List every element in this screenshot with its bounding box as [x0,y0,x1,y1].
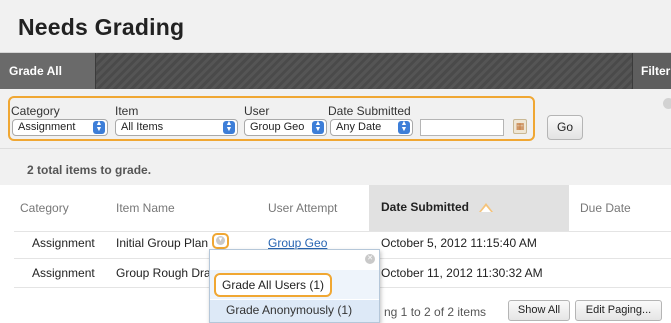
grade-all-button[interactable]: Grade All [0,53,96,89]
column-header-date-submitted[interactable]: Date Submitted [381,200,469,214]
category-label: Category [11,104,60,118]
item-menu-button[interactable]: ▼ [212,233,229,249]
category-select[interactable]: Assignment ▲ ▼ [12,119,108,136]
select-arrows-icon: ▲ ▼ [398,120,410,134]
date-submitted-label: Date Submitted [328,104,411,118]
select-arrows-icon: ▲ ▼ [93,120,105,134]
date-select[interactable]: Any Date ▲ ▼ [330,119,413,136]
summary-bar: 2 total items to grade. [0,149,671,185]
item-select-value: All Items [121,121,164,133]
column-header-user-attempt[interactable]: User Attempt [268,198,337,234]
summary-text: 2 total items to grade. [27,163,152,177]
menu-item-grade-all-users[interactable]: Grade All Users (1) [214,273,332,297]
filter-button[interactable]: Filter [632,53,671,89]
close-icon[interactable] [663,98,671,109]
item-label: Item [115,104,139,118]
user-select[interactable]: Group Geo ▲ ▼ [244,119,327,136]
row1-item-name: Initial Group Plan [116,236,209,250]
calendar-icon[interactable]: ▦ [513,119,527,134]
menu-item-grade-anonymously[interactable]: Grade Anonymously (1) [210,300,379,322]
chevron-down-icon: ▼ [216,236,225,245]
date-select-value: Any Date [336,121,382,133]
user-select-value: Group Geo [250,121,305,133]
category-select-value: Assignment [18,121,76,133]
column-header-due-date[interactable]: Due Date [580,198,631,234]
column-header-item-name[interactable]: Item Name [116,198,175,234]
row2-category: Assignment [32,266,95,280]
user-label: User [244,104,270,118]
item-select[interactable]: All Items ▲ ▼ [115,119,238,136]
row1-category: Assignment [32,236,95,250]
row2-item-name: Group Rough Draf [116,266,215,280]
page-title: Needs Grading [18,14,185,40]
date-input[interactable] [420,119,504,136]
column-header-category[interactable]: Category [20,198,69,234]
row2-date-submitted: October 11, 2012 11:30:32 AM [381,266,543,280]
page-header: Needs Grading [0,0,671,53]
paging-info: ng 1 to 2 of 2 items [384,305,487,319]
sort-ascending-icon-inner [481,206,491,212]
close-icon[interactable]: ✕ [365,254,375,264]
select-arrows-icon: ▲ ▼ [312,120,324,134]
edit-paging-button[interactable]: Edit Paging... [575,300,662,321]
row-divider [14,231,671,232]
show-all-button[interactable]: Show All [508,300,570,321]
select-arrows-icon: ▲ ▼ [223,120,235,134]
row1-date-submitted: October 5, 2012 11:15:40 AM [381,236,537,250]
action-bar: Grade All Filter [0,53,671,89]
go-button[interactable]: Go [547,115,583,140]
